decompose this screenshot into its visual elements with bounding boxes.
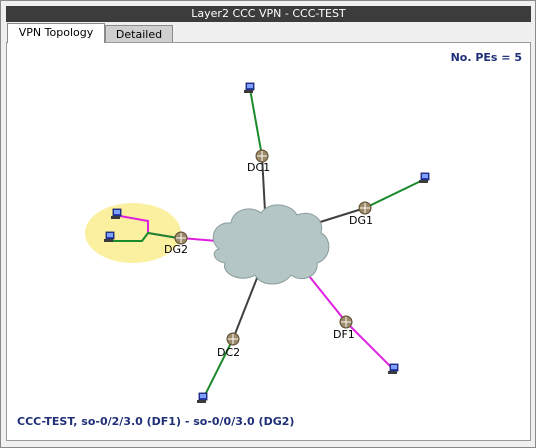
host-icon[interactable] bbox=[418, 172, 430, 184]
node-label-df1: DF1 bbox=[333, 328, 355, 341]
tab-detailed[interactable]: Detailed bbox=[105, 25, 173, 43]
node-label-dc1: DC1 bbox=[247, 161, 270, 174]
selected-link-status: CCC-TEST, so-0/2/3.0 (DF1) - so-0/0/3.0 … bbox=[17, 415, 295, 428]
topology-panel: No. PEs = 5 DC1 DG1 DG2 DF1 DC2 CCC-TEST… bbox=[6, 42, 531, 441]
window-frame: Layer2 CCC VPN - CCC-TEST VPN Topology D… bbox=[0, 0, 536, 448]
window-title: Layer2 CCC VPN - CCC-TEST bbox=[6, 6, 531, 22]
node-label-dc2: DC2 bbox=[217, 346, 240, 359]
link-dc1-ce[interactable] bbox=[249, 88, 263, 157]
topology-diagram: DC1 DG1 DG2 DF1 DC2 bbox=[85, 82, 430, 404]
link-df1-core[interactable] bbox=[304, 270, 347, 323]
host-icon[interactable] bbox=[243, 82, 255, 94]
node-label-dg2: DG2 bbox=[164, 243, 188, 256]
router-icon[interactable] bbox=[358, 201, 372, 215]
network-cloud bbox=[212, 204, 330, 285]
tab-vpn-topology[interactable]: VPN Topology bbox=[7, 23, 105, 43]
router-icon[interactable] bbox=[226, 332, 240, 346]
node-label-dg1: DG1 bbox=[349, 214, 373, 227]
host-icon[interactable] bbox=[196, 392, 208, 404]
router-icon[interactable] bbox=[339, 315, 353, 329]
link-dg1-ce[interactable] bbox=[364, 178, 426, 209]
link-dc2-core[interactable] bbox=[232, 272, 260, 340]
